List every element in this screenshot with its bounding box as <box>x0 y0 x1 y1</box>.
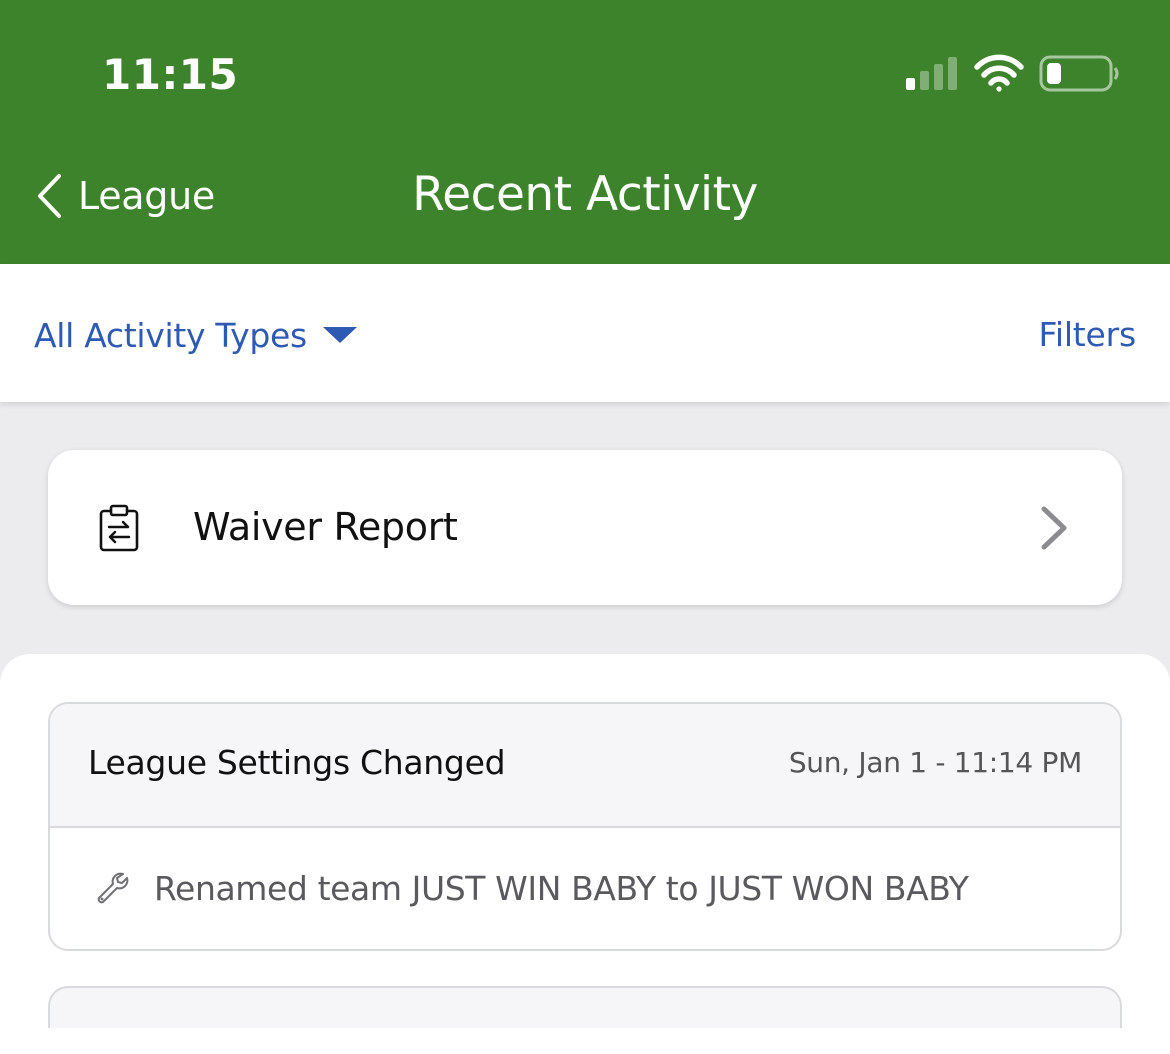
back-button-label: League <box>78 174 215 218</box>
page-title: Recent Activity <box>412 167 758 222</box>
clipboard-transfer-icon <box>99 504 139 552</box>
caret-down-icon <box>322 327 357 343</box>
filter-bar: All Activity Types Filters <box>0 264 1170 402</box>
activity-detail-text: Renamed team JUST WIN BABY to JUST WON B… <box>154 869 969 908</box>
back-button[interactable]: League <box>36 168 215 224</box>
status-bar-time: 11:15 <box>102 50 239 99</box>
waiver-report-label: Waiver Report <box>193 505 458 549</box>
activity-card-header: League Settings Changed Sun, Jan 1 - 11:… <box>50 704 1120 828</box>
signal-icon <box>906 57 957 90</box>
activity-timestamp: Sun, Jan 1 - 11:14 PM <box>788 746 1082 779</box>
filters-button[interactable]: Filters <box>1038 310 1136 360</box>
wrench-icon <box>97 872 129 904</box>
wifi-icon <box>974 54 1024 92</box>
activity-list: League Settings Changed Sun, Jan 1 - 11:… <box>0 654 1170 1054</box>
activity-type-label: All Activity Types <box>34 315 307 355</box>
activity-card-next <box>48 986 1122 1028</box>
activity-card: League Settings Changed Sun, Jan 1 - 11:… <box>48 702 1122 951</box>
activity-detail-row: Renamed team JUST WIN BABY to JUST WON B… <box>50 828 1120 949</box>
activity-type-dropdown[interactable]: All Activity Types <box>34 310 357 360</box>
status-bar-icons <box>906 54 1119 92</box>
chevron-right-icon <box>1041 506 1067 550</box>
app-header: 11:15 League Recent Activity <box>0 0 1170 264</box>
chevron-left-icon <box>38 174 61 218</box>
battery-icon <box>1039 55 1119 92</box>
waiver-report-row[interactable]: Waiver Report <box>48 450 1122 605</box>
activity-title: League Settings Changed <box>88 743 506 782</box>
